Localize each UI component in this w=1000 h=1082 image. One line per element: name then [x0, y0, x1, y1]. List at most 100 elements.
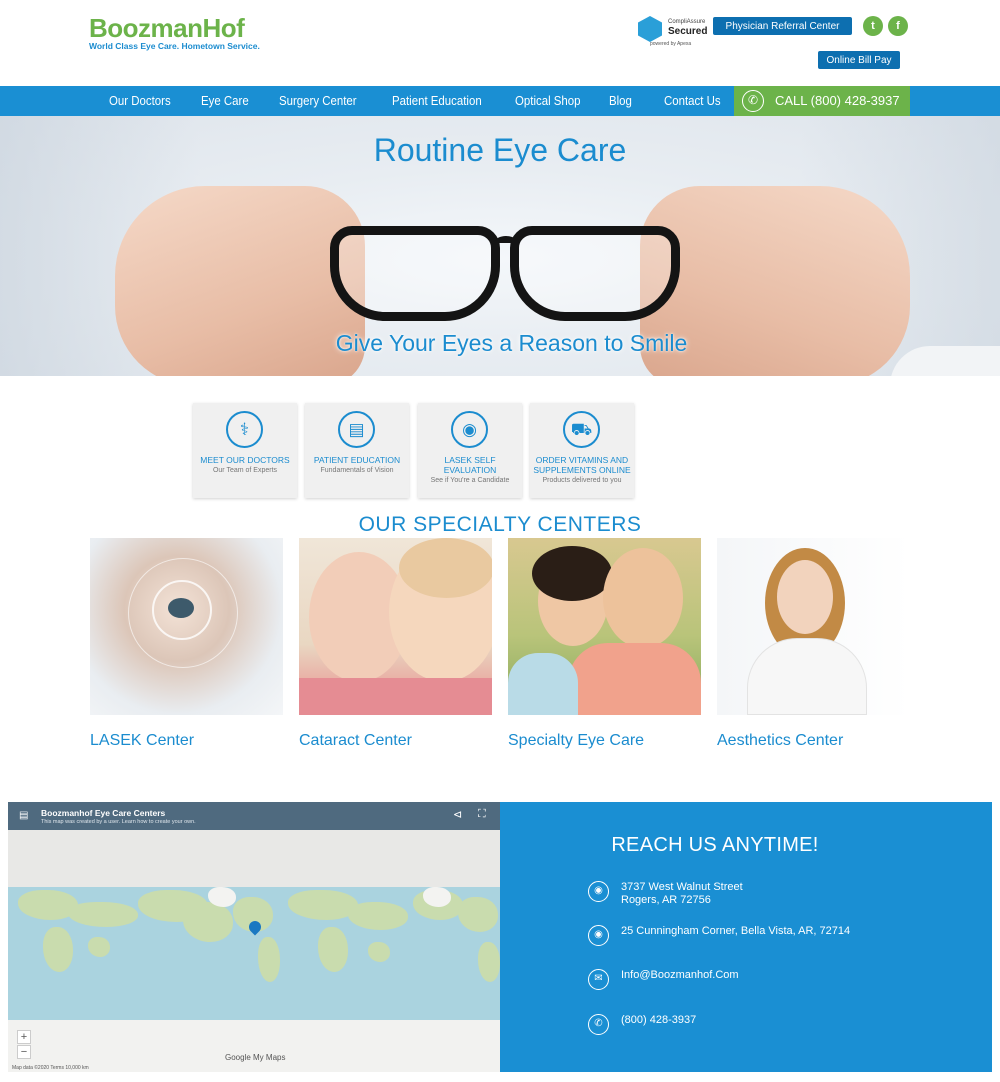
- address-bella-vista: 25 Cunningham Corner, Bella Vista, AR, 7…: [621, 925, 851, 937]
- eye-icon: ◉: [451, 411, 488, 448]
- map-land: [368, 942, 390, 962]
- online-bill-pay-button[interactable]: Online Bill Pay: [818, 51, 900, 69]
- specialty-eye-care-image[interactable]: [508, 538, 701, 715]
- aesthetics-center-link[interactable]: Aesthetics Center: [717, 732, 843, 750]
- feature-subtitle: See if You're a Candidate: [430, 477, 510, 484]
- map-footer: Map data ©2020 Terms 10,000 km: [12, 1065, 89, 1071]
- email-icon: ✉: [588, 969, 609, 990]
- nav-surgery-center[interactable]: Surgery Center: [279, 86, 357, 116]
- specialty-eye-care-link[interactable]: Specialty Eye Care: [508, 732, 644, 750]
- cataract-center-image[interactable]: [299, 538, 492, 715]
- nav-patient-education[interactable]: Patient Education: [392, 86, 482, 116]
- specialty-man-shirt: [568, 643, 701, 715]
- location-pin-icon: ◉: [588, 925, 609, 946]
- hero-title: Routine Eye Care: [373, 132, 627, 168]
- feature-title: LASEK SELF EVALUATION See if You're a Ca…: [420, 455, 520, 486]
- map-land: [478, 942, 500, 982]
- aesthetics-center-image[interactable]: [717, 538, 910, 715]
- aesthetics-face: [777, 560, 833, 634]
- logo-wordmark: BoozmanHof: [89, 13, 245, 43]
- fullscreen-icon[interactable]: ⛶: [478, 808, 486, 821]
- map-land: [208, 887, 236, 907]
- map-polar-north: [8, 830, 500, 887]
- stethoscope-icon: ⚕: [226, 411, 263, 448]
- compliassure-secured: Secured: [668, 26, 708, 37]
- site-header: BoozmanHof World Class Eye Care. Hometow…: [0, 0, 1000, 86]
- glasses-left-lens: [330, 226, 500, 321]
- compliassure-powered: powered by Apexa: [650, 41, 692, 47]
- feature-title-text: ORDER VITAMINS AND SUPPLEMENTS ONLINE: [533, 455, 631, 475]
- specialty-woman-hair: [532, 546, 612, 601]
- specialty-woman-shirt: [508, 653, 578, 715]
- feature-title: MEET OUR DOCTORS Our Team of Experts: [195, 455, 295, 476]
- logo-tagline: World Class Eye Care. Hometown Service.: [89, 41, 260, 51]
- address-rogers: 3737 West Walnut Street Rogers, AR 72756: [621, 881, 743, 907]
- physician-referral-button[interactable]: Physician Referral Center: [713, 17, 852, 35]
- nav-optical-shop[interactable]: Optical Shop: [515, 86, 581, 116]
- phone-icon: ✆: [742, 90, 764, 112]
- specialty-heading: OUR SPECIALTY CENTERS: [358, 513, 642, 536]
- feature-title-text: LASEK SELF EVALUATION: [443, 455, 497, 475]
- map-land: [318, 927, 348, 972]
- lasek-center-image[interactable]: [90, 538, 283, 715]
- map-land: [458, 897, 498, 932]
- glasses-right-lens: [510, 226, 680, 321]
- feature-subtitle: Fundamentals of Vision: [320, 467, 394, 474]
- compliassure-badge[interactable]: CompliAssure Secured powered by Apexa: [638, 16, 710, 48]
- map-subtitle: This map was created by a user. Learn ho…: [41, 819, 196, 825]
- lasek-center-link[interactable]: LASEK Center: [90, 732, 194, 750]
- nav-our-doctors[interactable]: Our Doctors: [109, 86, 171, 116]
- reach-us-title: REACH US ANYTIME!: [611, 834, 819, 856]
- zoom-out-button[interactable]: −: [17, 1045, 31, 1059]
- address-rogers-street: 3737 West Walnut Street: [621, 881, 743, 893]
- main-nav: Our Doctors Eye Care Surgery Center Pati…: [0, 86, 1000, 116]
- email-link[interactable]: Info@Boozmanhof.Com: [621, 969, 739, 982]
- feature-subtitle: Our Team of Experts: [212, 467, 278, 474]
- address-rogers-city: Rogers, AR 72756: [621, 894, 711, 906]
- site-logo[interactable]: BoozmanHof World Class Eye Care. Hometow…: [89, 14, 260, 51]
- compliassure-brand: CompliAssure: [668, 19, 706, 25]
- aesthetics-blouse: [747, 638, 867, 715]
- twitter-icon[interactable]: t: [863, 16, 883, 36]
- phone-icon: ✆: [588, 1014, 609, 1035]
- nav-eye-care[interactable]: Eye Care: [201, 86, 249, 116]
- feature-order-vitamins[interactable]: ⛟ ORDER VITAMINS AND SUPPLEMENTS ONLINE …: [530, 403, 634, 498]
- nav-contact-us[interactable]: Contact Us: [664, 86, 721, 116]
- feature-title-text: MEET OUR DOCTORS: [200, 455, 290, 465]
- share-icon[interactable]: ⊲: [453, 808, 462, 821]
- lasek-outer-ring: [128, 558, 238, 668]
- nav-blog[interactable]: Blog: [609, 86, 632, 116]
- google-my-maps-label: Google My Maps: [225, 1053, 286, 1062]
- location-pin-icon: ◉: [588, 881, 609, 902]
- call-button[interactable]: ✆ CALL (800) 428-3937: [734, 86, 910, 116]
- map-title-bar: ▤ Boozmanhof Eye Care Centers This map w…: [8, 802, 500, 830]
- presentation-icon: ▤: [338, 411, 375, 448]
- truck-icon: ⛟: [563, 411, 600, 448]
- map-land: [258, 937, 280, 982]
- feature-title-text: PATIENT EDUCATION: [313, 455, 401, 465]
- shield-icon: [638, 16, 662, 42]
- call-label: CALL (800) 428-3937: [775, 93, 900, 108]
- reach-us-panel: REACH US ANYTIME! ◉ 3737 West Walnut Str…: [500, 802, 992, 1072]
- hero-glasses: [330, 226, 680, 326]
- feature-lasek-evaluation[interactable]: ◉ LASEK SELF EVALUATION See if You're a …: [418, 403, 522, 498]
- map-land: [88, 937, 110, 957]
- feature-patient-education[interactable]: ▤ PATIENT EDUCATION Fundamentals of Visi…: [305, 403, 409, 498]
- map-land: [423, 887, 451, 907]
- map-legend-icon[interactable]: ▤: [19, 810, 28, 821]
- feature-title: ORDER VITAMINS AND SUPPLEMENTS ONLINE Pr…: [532, 455, 632, 486]
- feature-title: PATIENT EDUCATION Fundamentals of Vision: [307, 455, 407, 476]
- cataract-center-link[interactable]: Cataract Center: [299, 732, 412, 750]
- phone-link[interactable]: (800) 428-3937: [621, 1014, 696, 1027]
- specialty-man-face: [603, 548, 683, 648]
- cataract-woman-hair: [399, 538, 492, 598]
- map-land: [43, 927, 73, 972]
- cataract-clothing: [299, 678, 492, 715]
- feature-subtitle: Products delivered to you: [542, 477, 622, 484]
- facebook-icon[interactable]: f: [888, 16, 908, 36]
- zoom-in-button[interactable]: +: [17, 1030, 31, 1044]
- google-map-embed[interactable]: ▤ Boozmanhof Eye Care Centers This map w…: [8, 802, 500, 1072]
- hero-subtitle: Give Your Eyes a Reason to Smile: [335, 330, 688, 356]
- feature-meet-doctors[interactable]: ⚕ MEET OUR DOCTORS Our Team of Experts: [193, 403, 297, 498]
- map-title: Boozmanhof Eye Care Centers: [41, 808, 166, 818]
